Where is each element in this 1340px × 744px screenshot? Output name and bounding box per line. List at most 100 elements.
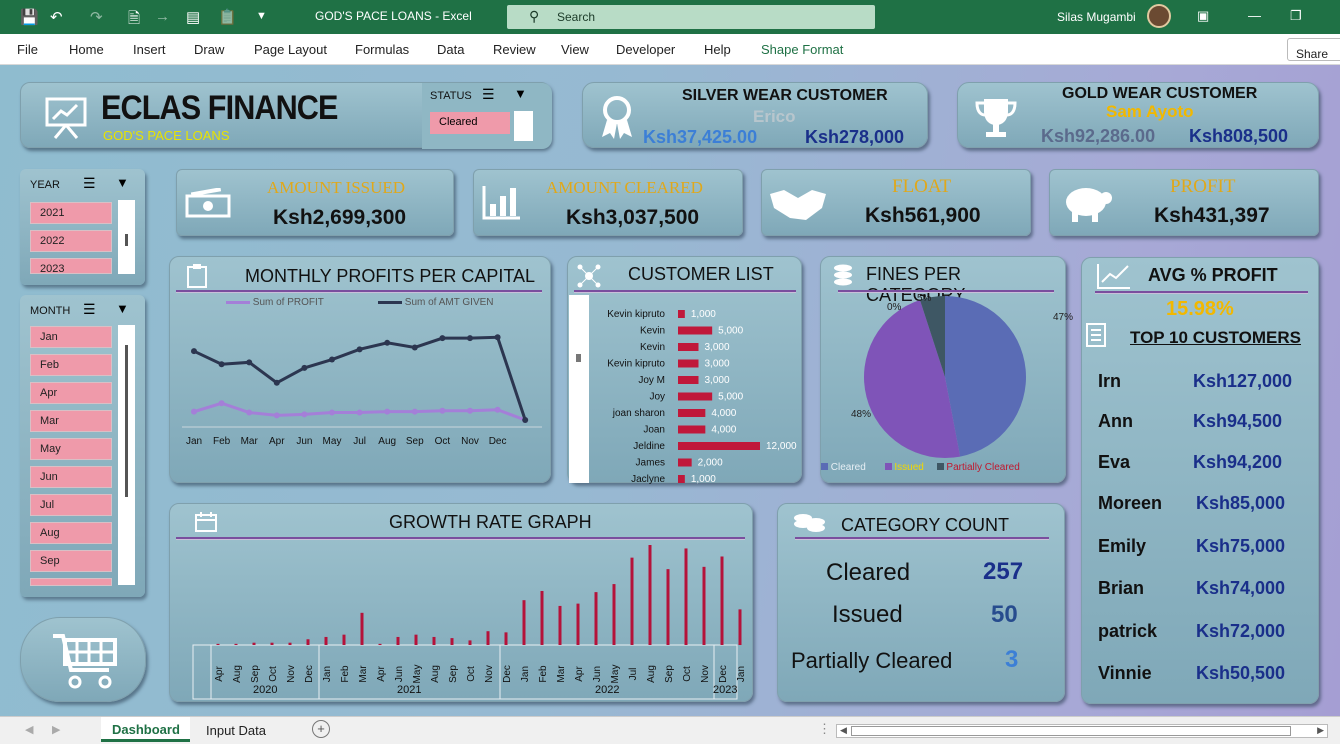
kpi-amount-cleared[interactable]: AMOUNT CLEARED Ksh3,037,500: [473, 169, 743, 236]
month-item[interactable]: Apr: [30, 382, 112, 404]
new-file-icon[interactable]: 🗎: [128, 8, 140, 33]
form-icon[interactable]: ▤: [186, 8, 200, 26]
tab-split-handle[interactable]: ⋮: [818, 721, 831, 737]
scroll-thumb[interactable]: [125, 345, 128, 497]
data-point: [439, 407, 446, 414]
add-sheet-icon[interactable]: +: [312, 720, 330, 738]
multi-select-icon[interactable]: ☰: [83, 175, 96, 192]
data-point: [494, 406, 501, 413]
status-scrollbar[interactable]: [514, 111, 533, 141]
customer-bar: [678, 442, 760, 450]
scroll-right-icon[interactable]: ▶: [1317, 725, 1324, 736]
month-item[interactable]: Jul: [30, 494, 112, 516]
month-item[interactable]: Jun: [30, 466, 112, 488]
silver-customer-card[interactable]: SILVER WEAR CUSTOMER Erico Ksh37,425.00 …: [582, 82, 928, 148]
data-point: [191, 408, 197, 415]
clear-filter-icon[interactable]: ▼: [116, 175, 129, 190]
menu-view[interactable]: View: [561, 42, 589, 57]
top-customer-value: Ksh72,000: [1196, 621, 1286, 641]
growth-bar: [576, 603, 580, 645]
undo-icon[interactable]: ↶: [50, 8, 63, 26]
month-item[interactable]: May: [30, 438, 112, 460]
bar-chart-icon: [482, 186, 520, 220]
menu-shape-format[interactable]: Shape Format: [761, 42, 843, 57]
paste-icon[interactable]: 📋: [218, 8, 237, 26]
menu-home[interactable]: Home: [69, 42, 104, 57]
menu-data[interactable]: Data: [437, 42, 464, 57]
x-tick-label: Nov: [286, 665, 297, 683]
search-box[interactable]: ⚲ Search: [507, 5, 875, 29]
customize-icon[interactable]: ▼: [256, 10, 267, 22]
scroll-left-icon[interactable]: ◀: [840, 725, 847, 736]
menu-page-layout[interactable]: Page Layout: [254, 42, 327, 57]
month-item[interactable]: Aug: [30, 522, 112, 544]
kpi-profit[interactable]: PROFIT Ksh431,397: [1049, 169, 1319, 236]
x-tick-label: Dec: [718, 665, 729, 683]
kpi-value: Ksh561,900: [865, 204, 981, 227]
prev-sheet-icon[interactable]: ◀: [25, 723, 33, 736]
category-count-panel[interactable]: CATEGORY COUNT Cleared 257 Issued 50 Par…: [777, 503, 1065, 702]
restore-icon[interactable]: ❐: [1290, 8, 1302, 24]
customer-bar: [678, 409, 706, 417]
minimize-icon[interactable]: —: [1248, 8, 1261, 23]
next-sheet-icon[interactable]: ▶: [52, 723, 60, 736]
multi-select-icon[interactable]: ☰: [83, 301, 96, 318]
tab-input-data[interactable]: Input Data: [206, 723, 266, 738]
month-scrollbar[interactable]: [118, 325, 135, 585]
year-scrollbar[interactable]: [118, 200, 135, 274]
customer-bar: [678, 326, 713, 335]
ribbon-tabs: File Home Insert Draw Page Layout Formul…: [0, 34, 1340, 65]
cart-button[interactable]: [20, 617, 146, 702]
month-slicer-header: MONTH: [30, 305, 71, 317]
month-item[interactable]: Mar: [30, 410, 112, 432]
customer-list-panel[interactable]: CUSTOMER LIST Kevin kipruto 1,000 Kevin 5,0…: [567, 256, 802, 484]
scroll-thumb[interactable]: [851, 726, 1291, 736]
year-item[interactable]: 2021: [30, 202, 112, 224]
year-slicer: YEAR ☰ ▼ 2021 2022 2023: [20, 169, 145, 285]
kpi-value: Ksh431,397: [1154, 204, 1270, 227]
menu-review[interactable]: Review: [493, 42, 536, 57]
month-item[interactable]: [30, 578, 112, 586]
gold-customer-card[interactable]: GOLD WEAR CUSTOMER Sam Ayoto Ksh92,286.0…: [957, 82, 1319, 148]
growth-bar: [342, 634, 346, 645]
fines-panel[interactable]: FINES PER CATEGORY 47% 48% 0% 5% Cleared…: [820, 256, 1073, 483]
x-tick-label: May: [610, 665, 621, 684]
kpi-amount-issued[interactable]: AMOUNT ISSUED Ksh2,699,300: [176, 169, 454, 236]
share-button[interactable]: Share: [1287, 38, 1340, 61]
redo-icon[interactable]: ↷: [90, 8, 103, 26]
scroll-thumb[interactable]: [125, 234, 128, 246]
user-name[interactable]: Silas Mugambi: [1057, 10, 1136, 24]
growth-bar: [486, 631, 490, 645]
pie-label-issued: 48%: [851, 409, 872, 420]
multi-select-icon[interactable]: ☰: [482, 86, 495, 103]
avatar[interactable]: [1147, 4, 1171, 28]
menu-file[interactable]: File: [17, 42, 38, 57]
data-point: [384, 339, 391, 346]
piggy-bank-icon: [1066, 188, 1112, 222]
ribbon-display-icon[interactable]: ▣: [1197, 8, 1209, 24]
menu-help[interactable]: Help: [704, 42, 731, 57]
menu-draw[interactable]: Draw: [194, 42, 224, 57]
tab-dashboard[interactable]: Dashboard: [101, 717, 190, 742]
clear-filter-icon[interactable]: ▼: [116, 301, 129, 316]
top-customer-value: Ksh94,500: [1193, 411, 1283, 431]
month-item[interactable]: Jan: [30, 326, 112, 348]
brand-card[interactable]: ECLAS FINANCE GOD'S PACE LOANS STATUS ☰ …: [20, 82, 552, 149]
customer-bar: [678, 425, 706, 434]
horizontal-scrollbar[interactable]: ◀ ▶: [836, 724, 1328, 738]
month-item[interactable]: Sep: [30, 550, 112, 572]
save-icon[interactable]: 💾: [20, 8, 39, 26]
menu-developer[interactable]: Developer: [616, 42, 675, 57]
growth-bar: [216, 643, 220, 645]
forward-icon[interactable]: →: [155, 8, 170, 25]
monthly-profits-panel[interactable]: MONTHLY PROFITS PER CAPITAL Sum of PROFI…: [169, 256, 551, 483]
menu-insert[interactable]: Insert: [133, 42, 166, 57]
month-item[interactable]: Feb: [30, 354, 112, 376]
clear-filter-icon[interactable]: ▼: [514, 86, 527, 101]
year-item[interactable]: 2022: [30, 230, 112, 252]
status-item-cleared[interactable]: Cleared: [430, 112, 510, 134]
year-item[interactable]: 2023: [30, 258, 112, 275]
growth-rate-panel[interactable]: GROWTH RATE GRAPH Apr Aug Sep Oct Nov Dec Jan F…: [169, 503, 753, 702]
kpi-float[interactable]: FLOAT Ksh561,900: [761, 169, 1031, 236]
menu-formulas[interactable]: Formulas: [355, 42, 409, 57]
